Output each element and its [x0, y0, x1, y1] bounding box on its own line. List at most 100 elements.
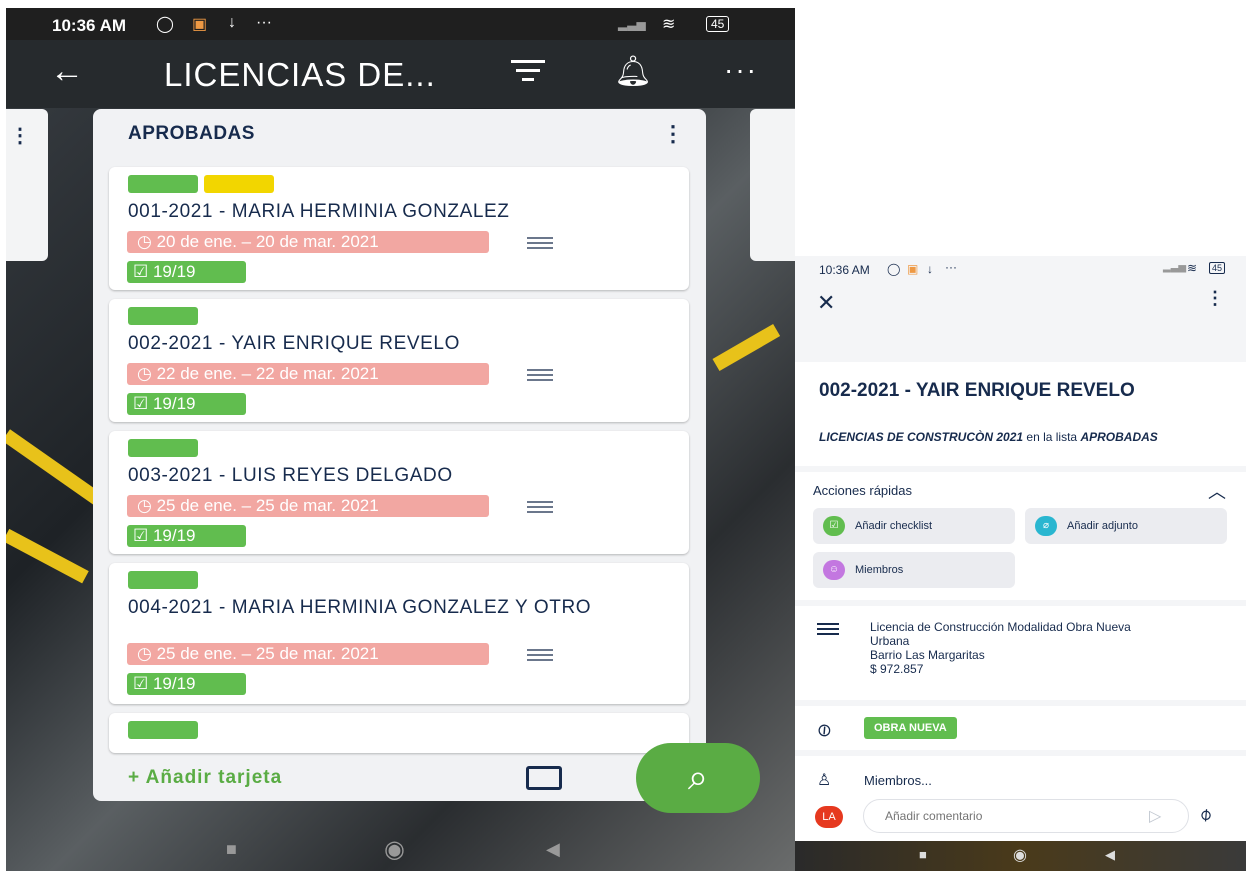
- card-002[interactable]: 002-2021 - YAIR ENRIQUE REVELO ◷ 22 de e…: [109, 299, 689, 422]
- card-title: 004-2021 - MARIA HERMINIA GONZALEZ Y OTR…: [128, 597, 592, 618]
- card-title: 002-2021 - YAIR ENRIQUE REVELO: [819, 380, 1135, 401]
- card-header: ✕ ⋮: [795, 280, 1246, 362]
- checklist-badge: ☑ 19/19: [127, 261, 246, 283]
- signal-icon: ▂▃▅: [618, 17, 646, 31]
- more-notifications-icon: ···: [945, 260, 957, 274]
- label-green: [128, 721, 198, 739]
- board-name-link[interactable]: LICENCIAS DE CONSTRUCÒN 2021: [819, 430, 1023, 444]
- checklist-badge: ☑ 19/19: [127, 393, 246, 415]
- checklist-count: 19/19: [152, 394, 196, 413]
- divider: [795, 750, 1246, 756]
- search-icon: ⌕: [687, 756, 709, 797]
- description-line: Barrio Las Margaritas: [870, 648, 985, 662]
- bell-icon[interactable]: 🔔︎: [614, 54, 652, 89]
- back-nav-icon[interactable]: ◀: [1105, 847, 1115, 863]
- members-button[interactable]: ☺ Miembros: [813, 552, 1015, 588]
- more-vertical-icon[interactable]: ⋮: [10, 123, 30, 148]
- due-date-badge: ◷ 22 de ene. – 22 de mar. 2021: [127, 363, 489, 385]
- left-phone-screen: 10:36 AM ◯ ▣ ↓ ··· ▂▃▅ ≋ 45 ← LICENCIAS …: [6, 8, 795, 871]
- filter-icon[interactable]: [511, 60, 545, 87]
- download-icon: ↓: [927, 262, 933, 276]
- add-attachment-label: Añadir adjunto: [1067, 520, 1138, 532]
- status-time: 10:36 AM: [52, 16, 127, 35]
- image-icon[interactable]: [526, 766, 562, 790]
- board-title: LICENCIAS DE...: [164, 56, 436, 93]
- members-row[interactable]: Miembros...: [864, 773, 932, 788]
- description-line: Urbana: [870, 634, 910, 648]
- label-yellow: [204, 175, 274, 193]
- person-icon: ☺: [823, 560, 845, 580]
- right-phone-screen: 10:36 AM ◯ ▣ ↓ ··· ▂▃▅ ≋ 45 ✕ ⋮ 002-2021…: [795, 256, 1246, 871]
- description-icon: [527, 501, 553, 516]
- checklist-count: 19/19: [152, 674, 196, 693]
- arrow-left-icon[interactable]: ←: [50, 54, 84, 88]
- divider: [795, 600, 1246, 606]
- more-vertical-icon[interactable]: ⋮: [662, 121, 684, 147]
- recent-apps-icon[interactable]: ■: [919, 847, 927, 862]
- checklist-badge: ☑ 19/19: [127, 673, 246, 695]
- checklist-badge: ☑ 19/19: [127, 525, 246, 547]
- recent-apps-icon[interactable]: ■: [226, 839, 237, 860]
- signal-icon: ▂▃▅: [1163, 262, 1187, 273]
- due-date-badge: ◷ 25 de ene. – 25 de mar. 2021: [127, 495, 489, 517]
- checklist-count: 19/19: [152, 262, 196, 281]
- label-tag[interactable]: OBRA NUEVA: [864, 717, 957, 739]
- add-card-button[interactable]: + Añadir tarjeta: [128, 767, 282, 789]
- label-green: [128, 571, 198, 589]
- paperclip-icon[interactable]: ⌀: [1195, 803, 1217, 826]
- card-description[interactable]: Licencia de Construcción Modalidad Obra …: [870, 620, 1190, 676]
- add-attachment-button[interactable]: ⌀ Añadir adjunto: [1025, 508, 1227, 544]
- checkbox-icon: ☑: [133, 262, 153, 281]
- card-003[interactable]: 003-2021 - LUIS REYES DELGADO ◷ 25 de en…: [109, 431, 689, 554]
- download-icon: ↓: [228, 14, 236, 31]
- checkbox-icon: ☑: [133, 674, 153, 693]
- list-name-link[interactable]: APROBADAS: [1080, 430, 1157, 444]
- card-title: 001-2021 - MARIA HERMINIA GONZALEZ: [128, 201, 510, 222]
- quick-actions-title: Acciones rápidas: [813, 483, 912, 498]
- status-bar: 10:36 AM ◯ ▣ ↓ ··· ▂▃▅ ≋ 45: [795, 256, 1246, 280]
- clock-icon: ◷: [137, 364, 157, 383]
- search-fab-button[interactable]: ⌕: [636, 743, 760, 813]
- more-vertical-icon[interactable]: ⋮: [1206, 288, 1224, 309]
- close-icon[interactable]: ✕: [817, 290, 835, 316]
- list-title: APROBADAS: [128, 123, 255, 144]
- checkbox-icon: ☑: [133, 394, 153, 413]
- home-icon[interactable]: ◉: [384, 835, 405, 864]
- more-horizontal-icon[interactable]: ···: [724, 54, 758, 86]
- battery-icon: 45: [706, 16, 730, 32]
- tag-icon: ⊘: [812, 717, 837, 743]
- previous-list-peek[interactable]: ⋮: [6, 109, 48, 261]
- home-icon[interactable]: ◉: [1013, 845, 1027, 865]
- next-list-peek[interactable]: [750, 109, 795, 261]
- description-icon: [527, 649, 553, 664]
- due-date-badge: ◷ 20 de ene. – 20 de mar. 2021: [127, 231, 489, 253]
- comment-input[interactable]: [863, 799, 1189, 833]
- chevron-up-icon[interactable]: ︿: [1208, 478, 1226, 504]
- card-title: 002-2021 - YAIR ENRIQUE REVELO: [128, 333, 460, 354]
- background-stripe: [6, 528, 89, 584]
- clock-icon: ◷: [137, 496, 157, 515]
- send-icon[interactable]: ▷: [1149, 806, 1161, 826]
- back-nav-icon[interactable]: ◀: [546, 839, 560, 860]
- divider: [795, 466, 1246, 472]
- card-001[interactable]: 001-2021 - MARIA HERMINIA GONZALEZ ◷ 20 …: [109, 167, 689, 290]
- description-line: Licencia de Construcción Modalidad Obra …: [870, 620, 1131, 634]
- clock-icon: ◷: [137, 644, 157, 663]
- description-icon: [527, 237, 553, 252]
- members-label: Miembros: [855, 564, 904, 576]
- wifi-icon: ≋: [662, 16, 676, 33]
- label-green: [128, 175, 198, 193]
- description-icon: [817, 623, 839, 638]
- status-bar: 10:36 AM ◯ ▣ ↓ ··· ▂▃▅ ≋ 45: [6, 8, 795, 40]
- wifi-icon: ≋: [1187, 261, 1198, 275]
- card-005-partial[interactable]: [109, 713, 689, 753]
- app-notification-icon: ▣: [192, 16, 208, 33]
- add-checklist-button[interactable]: ☑ Añadir checklist: [813, 508, 1015, 544]
- card-title: 003-2021 - LUIS REYES DELGADO: [128, 465, 453, 486]
- divider: [795, 700, 1246, 706]
- due-date-text: 25 de ene. – 25 de mar. 2021: [156, 644, 379, 663]
- in-list-text: en la lista: [1026, 430, 1078, 444]
- person-icon: ♙: [817, 772, 832, 789]
- checkbox-icon: ☑: [133, 526, 153, 545]
- card-004[interactable]: 004-2021 - MARIA HERMINIA GONZALEZ Y OTR…: [109, 563, 689, 704]
